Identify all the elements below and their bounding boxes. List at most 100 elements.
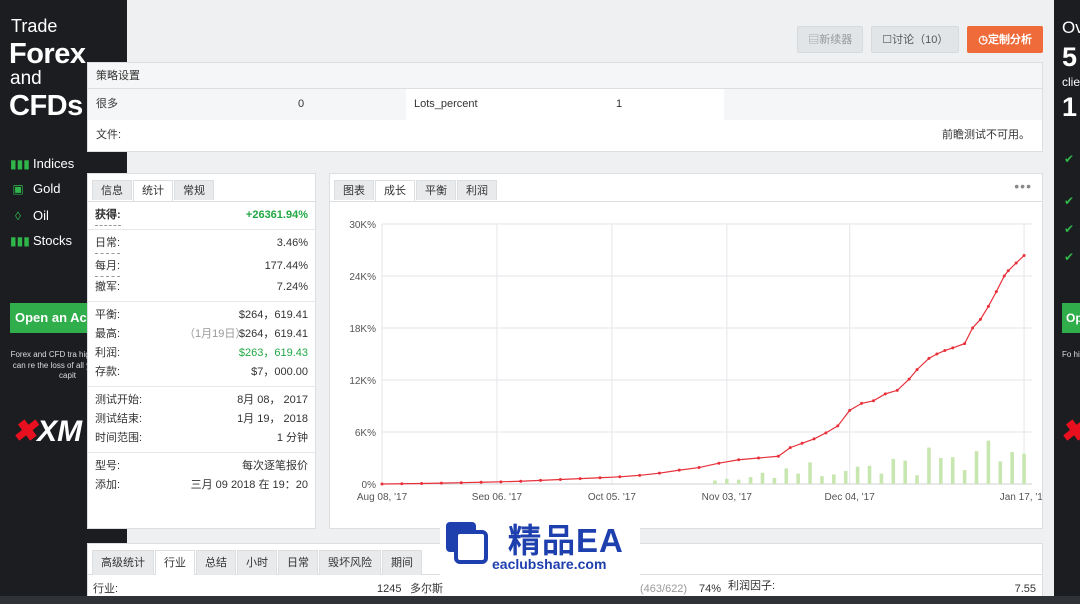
tab-growth[interactable]: 成长 bbox=[375, 180, 415, 201]
settings-file-row: 文件: 前瞻测试不可用。 bbox=[88, 120, 1042, 151]
growth-point bbox=[824, 431, 828, 435]
stat-daily: 日常: 3.46% bbox=[88, 234, 315, 254]
discuss-button[interactable]: ☐讨论（10） bbox=[871, 26, 960, 53]
tab-advanced-stats[interactable]: 高级统计 bbox=[92, 550, 154, 575]
ad-line-4: CFDs bbox=[9, 90, 83, 122]
y-tick-label: 18K% bbox=[349, 324, 376, 335]
volume-bar bbox=[760, 472, 765, 484]
check-icon: ✔ bbox=[1064, 250, 1075, 264]
tab-risk-of-ruin[interactable]: 毁坏风险 bbox=[319, 550, 381, 575]
timeframe-value: 1 分钟 bbox=[276, 432, 308, 444]
monitor-button[interactable]: ▤新续器 bbox=[797, 26, 864, 53]
growth-point bbox=[737, 458, 741, 462]
oil-drop-icon: ◊ bbox=[15, 208, 21, 223]
profit-value: $263，619.43 bbox=[238, 347, 308, 359]
timeframe-label: 时间范围: bbox=[95, 432, 143, 444]
y-tick-label: 0% bbox=[362, 480, 377, 491]
volume-bar bbox=[736, 479, 741, 484]
growth-point bbox=[420, 481, 424, 485]
bottom-strip bbox=[0, 596, 1080, 604]
settings-param-row: 很多 0 Lots_percent 1 bbox=[88, 89, 1042, 120]
file-label: 文件: bbox=[96, 129, 122, 141]
ad-right-line-2: 5 bbox=[1062, 42, 1078, 72]
growth-point bbox=[439, 481, 443, 485]
growth-point bbox=[618, 475, 622, 479]
volume-bar bbox=[939, 458, 943, 484]
growth-chart: 0%6K%12K%18K%24K%30K%Aug 08, '17 Sep 06, … bbox=[349, 220, 1042, 503]
custom-analysis-label: 定制分析 bbox=[988, 34, 1032, 46]
more-dots-icon[interactable]: ••• bbox=[1014, 178, 1032, 194]
growth-point bbox=[697, 466, 701, 470]
ad-right-line-4: 1 bbox=[1062, 92, 1078, 122]
growth-point bbox=[657, 471, 661, 475]
tab-hourly[interactable]: 小时 bbox=[237, 550, 277, 575]
stat-highest: 最高: （1月19日） $264，619.41 bbox=[88, 325, 315, 344]
top-toolbar: ▤新续器 ☐讨论（10） ◷定制分析 bbox=[797, 26, 1043, 53]
growth-point bbox=[963, 342, 967, 346]
growth-point bbox=[717, 461, 721, 465]
ad-item-oil: ◊ Oil bbox=[10, 208, 49, 223]
highest-value: $264，619.41 bbox=[238, 328, 308, 340]
stats-panel: 信息 统计 常规 获得: +26361.94% 日常: 3.46% 每月: 17… bbox=[87, 173, 316, 529]
volume-bar bbox=[843, 471, 848, 484]
custom-analysis-button[interactable]: ◷定制分析 bbox=[967, 26, 1043, 53]
tab-summary[interactable]: 总结 bbox=[196, 550, 236, 575]
growth-point bbox=[935, 352, 939, 356]
highest-label: 最高: bbox=[95, 328, 121, 340]
comment-icon: ☐ bbox=[882, 34, 893, 46]
volume-bar bbox=[1022, 453, 1026, 484]
test-start-label: 测试开始: bbox=[95, 394, 143, 406]
growth-point bbox=[459, 481, 463, 485]
forward-test-note: 前瞻测试不可用。 bbox=[942, 129, 1030, 141]
stat-model: 型号: 每次逐笔报价 bbox=[88, 457, 315, 476]
volume-bar bbox=[927, 447, 931, 484]
watermark-logo-icon bbox=[446, 522, 488, 564]
y-tick-label: 12K% bbox=[349, 376, 376, 387]
x-tick-label: Aug 08, '17 bbox=[357, 492, 408, 503]
ad-item-label: Gold bbox=[33, 181, 61, 196]
volume-bar bbox=[832, 474, 836, 484]
clock-icon: ◷ bbox=[978, 34, 988, 46]
growth-point bbox=[598, 476, 602, 480]
stat-deposit: 存款: $7，000.00 bbox=[88, 363, 315, 382]
growth-point bbox=[915, 368, 919, 372]
stat-balance: 平衡: $264，619.41 bbox=[88, 306, 315, 325]
ad-right-line-3: clie bbox=[1062, 75, 1080, 89]
test-start-value: 8月 08， 2017 bbox=[237, 394, 308, 406]
volume-bar bbox=[962, 470, 967, 484]
tab-chart[interactable]: 图表 bbox=[334, 180, 374, 200]
y-tick-label: 24K% bbox=[349, 272, 376, 283]
settings-title: 策略设置 bbox=[88, 63, 1042, 89]
deposit-value: $7，000.00 bbox=[251, 366, 308, 378]
tab-balance[interactable]: 平衡 bbox=[416, 180, 456, 200]
row-shade bbox=[724, 89, 1042, 120]
divider bbox=[88, 386, 315, 387]
volume-bar bbox=[855, 466, 860, 484]
growth-point bbox=[971, 326, 975, 330]
ad-item-label: Stocks bbox=[33, 233, 73, 248]
tab-general[interactable]: 常规 bbox=[174, 180, 214, 200]
tab-statistics[interactable]: 统计 bbox=[133, 180, 173, 201]
page: Trade Forex and CFDs ▮▮▮ Indices ▣ Gold … bbox=[0, 0, 1080, 604]
divider bbox=[88, 452, 315, 453]
tab-duration[interactable]: 期间 bbox=[382, 550, 422, 575]
growth-point bbox=[883, 392, 887, 396]
stat-timeframe: 时间范围: 1 分钟 bbox=[88, 429, 315, 448]
growth-point bbox=[677, 468, 681, 472]
added-value: 三月 09 2018 在 19：20 bbox=[190, 479, 308, 491]
watermark-title: 精品EA bbox=[508, 522, 624, 559]
growth-point bbox=[848, 408, 852, 412]
stat-monthly: 每月: 177.44% bbox=[88, 257, 315, 277]
tab-info[interactable]: 信息 bbox=[92, 180, 132, 200]
ad-right-line-1: Ov bbox=[1062, 18, 1080, 37]
growth-point bbox=[1006, 269, 1010, 273]
gain-label: 获得: bbox=[95, 206, 121, 226]
right-advertisement[interactable]: Ov 5 clie 1 ✔ ✔ ✔ ✔ Op Fo hi ✖ bbox=[1054, 0, 1080, 604]
deposit-label: 存款: bbox=[95, 366, 121, 378]
ad-right-open-button[interactable]: Op bbox=[1062, 303, 1080, 333]
growth-point bbox=[1022, 254, 1026, 258]
drawdown-label: 撤军: bbox=[95, 281, 121, 293]
tab-profit[interactable]: 利润 bbox=[457, 180, 497, 200]
tab-trades[interactable]: 行业 bbox=[155, 550, 195, 575]
tab-daily[interactable]: 日常 bbox=[278, 550, 318, 575]
